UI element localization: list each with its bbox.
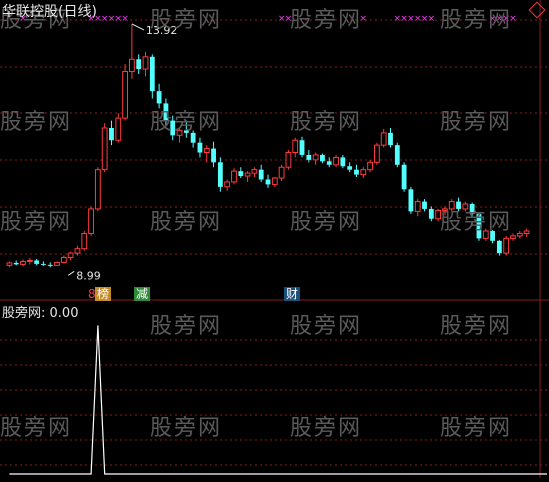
watermark: 股旁网 bbox=[440, 110, 513, 135]
candle-body bbox=[203, 148, 210, 154]
candle-body bbox=[88, 208, 94, 234]
watermark: 股旁网 bbox=[440, 210, 513, 235]
candle-body bbox=[510, 235, 516, 239]
watermark: 股旁网 bbox=[150, 110, 223, 135]
candle-body bbox=[340, 157, 346, 167]
candle-body bbox=[394, 145, 400, 165]
candle-body bbox=[13, 262, 19, 265]
indicator-value: 0.00 bbox=[49, 306, 79, 321]
watermark: 股旁网 bbox=[440, 416, 513, 441]
candle-body bbox=[367, 161, 373, 171]
chart-svg: × × × × × × × × × × × × × × × × × × × ×13.928.99 bbox=[0, 0, 549, 478]
candle-body bbox=[373, 144, 380, 163]
candle-body bbox=[285, 152, 292, 168]
candle-body bbox=[516, 232, 523, 237]
watermark: 股旁网 bbox=[150, 314, 223, 339]
chart-title: 华联控股(日线) bbox=[2, 4, 97, 20]
watermark: 股旁网 bbox=[150, 210, 223, 235]
candle-body bbox=[244, 172, 251, 177]
candle-body bbox=[238, 171, 244, 177]
candle-body bbox=[278, 166, 285, 179]
candle-body bbox=[41, 263, 46, 265]
candle-body bbox=[115, 117, 122, 141]
candle-body bbox=[258, 169, 264, 180]
candle-body bbox=[128, 58, 135, 73]
indicator-label: 股旁网: 0.00 bbox=[2, 306, 79, 321]
candle-body bbox=[326, 161, 332, 165]
candle-body bbox=[360, 169, 367, 176]
candle-body bbox=[292, 139, 299, 153]
candle-body bbox=[428, 208, 434, 219]
watermark: 股旁网 bbox=[290, 416, 363, 441]
watermark: 股旁网 bbox=[290, 8, 363, 33]
signal-mark: × bbox=[428, 14, 436, 24]
candle-body bbox=[47, 264, 53, 266]
signal-mark: × bbox=[121, 14, 129, 24]
watermark: 股旁网 bbox=[0, 110, 73, 135]
candle-body bbox=[271, 177, 278, 185]
candle-body bbox=[503, 237, 510, 254]
candle-body bbox=[142, 56, 149, 70]
watermark: 股旁网 bbox=[440, 8, 513, 33]
watermark: 股旁网 bbox=[0, 416, 73, 441]
candle-body bbox=[197, 142, 203, 153]
candle-body bbox=[156, 91, 162, 104]
watermark: 股旁网 bbox=[150, 416, 223, 441]
candle-body bbox=[265, 179, 271, 185]
high-annotation-line bbox=[131, 23, 145, 31]
candle-body bbox=[217, 162, 223, 187]
candle-body bbox=[320, 154, 325, 162]
badge-jian: 减 bbox=[134, 287, 151, 301]
candle-body bbox=[34, 260, 40, 264]
candle-body bbox=[523, 230, 530, 234]
candle-body bbox=[149, 56, 155, 92]
candle-body bbox=[54, 261, 60, 266]
candle-body bbox=[333, 156, 339, 166]
candle-body bbox=[251, 169, 258, 174]
watermark: 股旁网 bbox=[290, 210, 363, 235]
candle-body bbox=[401, 164, 407, 190]
watermark: 股旁网 bbox=[440, 314, 513, 339]
candle-body bbox=[422, 201, 427, 209]
indicator-line bbox=[9, 325, 547, 475]
watermark: 股旁网 bbox=[150, 8, 223, 33]
badge-cai: 财 bbox=[284, 287, 301, 301]
candle-body bbox=[101, 127, 108, 171]
candle-body bbox=[20, 260, 26, 265]
candle-body bbox=[414, 201, 421, 212]
low-annotation-label: 8.99 bbox=[76, 269, 101, 282]
low-annotation-line bbox=[67, 270, 75, 276]
candle-body bbox=[60, 257, 67, 263]
candle-body bbox=[347, 166, 353, 170]
indicator-name: 股旁网 bbox=[2, 306, 42, 321]
watermark: 股旁网 bbox=[290, 314, 363, 339]
candle-body bbox=[312, 154, 319, 161]
candle-body bbox=[354, 169, 359, 175]
candle-body bbox=[81, 232, 88, 250]
candle-body bbox=[496, 240, 502, 254]
candle-body bbox=[388, 132, 393, 146]
chart-stage: × × × × × × × × × × × × × × × × × × × × 13.92 8.99 股旁网 股旁网 股旁… bbox=[0, 0, 549, 478]
candle-body bbox=[224, 181, 231, 188]
candle-body bbox=[122, 71, 128, 119]
watermark: 股旁网 bbox=[0, 210, 73, 235]
badge-bang: 榜 bbox=[95, 287, 112, 301]
candle-body bbox=[74, 248, 81, 254]
candle-body bbox=[299, 140, 305, 155]
candle-body bbox=[211, 148, 216, 163]
candle-body bbox=[109, 127, 114, 141]
watermark: 股旁网 bbox=[290, 110, 363, 135]
candle-body bbox=[136, 59, 142, 70]
candle-body bbox=[94, 169, 101, 210]
candle-body bbox=[306, 154, 312, 160]
candle-body bbox=[408, 189, 414, 212]
candle-body bbox=[231, 170, 237, 183]
candle-body bbox=[26, 259, 33, 262]
candle-body bbox=[380, 132, 387, 146]
candle-body bbox=[6, 262, 13, 266]
candle-body bbox=[67, 252, 74, 259]
